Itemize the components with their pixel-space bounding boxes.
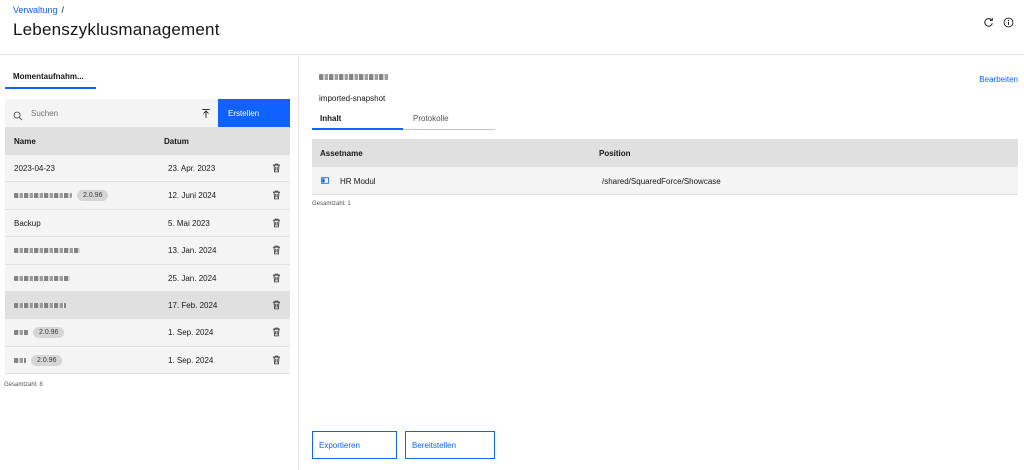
table-row[interactable]: 2.0.96 12. Juni 2024 (5, 182, 290, 210)
page-title: Lebenszyklusmanagement (13, 20, 220, 39)
table-row[interactable]: 25. Jan. 2024 (5, 264, 290, 292)
snapshot-panel: Momentaufnahm... Erstellen Name Datum 20… (0, 56, 299, 470)
redacted-name (14, 248, 80, 254)
redacted-snapshot-title (319, 74, 389, 80)
header-actions (983, 17, 1014, 28)
asset-table-header: Assetname Position (312, 139, 1018, 167)
column-header-position[interactable]: Position (599, 149, 631, 158)
snapshot-date: 1. Sep. 2024 (168, 355, 214, 365)
column-header-name[interactable]: Name (14, 137, 36, 146)
version-tag: 2.0.96 (77, 190, 109, 202)
table-row[interactable]: 13. Jan. 2024 (5, 237, 290, 265)
table-row[interactable]: 2.0.96 1. Sep. 2024 (5, 319, 290, 347)
delete-icon[interactable] (272, 273, 281, 283)
delete-icon[interactable] (272, 300, 281, 310)
snapshot-table-header: Name Datum (5, 127, 290, 155)
detail-tabs: Inhalt Protokolle (312, 111, 495, 130)
create-button[interactable]: Erstellen (218, 99, 290, 127)
breadcrumb: Verwaltung / (13, 5, 64, 15)
import-button[interactable] (193, 99, 218, 127)
table-row-selected[interactable]: 17. Feb. 2024 (5, 291, 290, 320)
tab-snapshots[interactable]: Momentaufnahm... (5, 72, 96, 89)
asset-position: /shared/SquaredForce/Showcase (602, 177, 721, 186)
asset-total-count: Gesamtzahl: 1 (312, 201, 351, 207)
delete-icon[interactable] (272, 245, 281, 255)
tab-logs[interactable]: Protokolle (413, 114, 449, 130)
snapshot-name-cell: 2.0.96 (14, 347, 63, 374)
delete-icon[interactable] (272, 355, 281, 365)
delete-icon[interactable] (272, 190, 281, 200)
redacted-name (14, 275, 70, 281)
info-icon[interactable] (1003, 17, 1014, 28)
snapshot-date: 17. Feb. 2024 (168, 300, 218, 310)
snapshot-name-cell: Backup (14, 210, 41, 237)
delete-icon[interactable] (272, 163, 281, 173)
snapshot-detail-panel: imported-snapshot Bearbeiten Inhalt Prot… (300, 56, 1024, 470)
asset-name: HR Modul (340, 177, 376, 186)
snapshot-date: 13. Jan. 2024 (168, 246, 217, 256)
refresh-icon[interactable] (983, 17, 994, 28)
table-row[interactable]: 2023-04-23 23. Apr. 2023 (5, 155, 290, 183)
edit-link[interactable]: Bearbeiten (979, 75, 1018, 84)
snapshot-date: 5. Mai 2023 (168, 218, 210, 228)
snapshot-name-cell: 2023-04-23 (14, 155, 55, 182)
search-input[interactable] (25, 99, 193, 127)
column-header-date[interactable]: Datum (164, 137, 189, 146)
delete-icon[interactable] (272, 218, 281, 228)
page-header: Verwaltung / Lebenszyklusmanagement (0, 0, 1024, 55)
snapshot-subtitle: imported-snapshot (319, 94, 386, 103)
snapshot-name-cell: 2.0.96 (14, 319, 65, 346)
snapshot-list: 2023-04-23 23. Apr. 2023 2.0.96 12. Juni… (5, 155, 290, 375)
redacted-name (14, 193, 72, 199)
snapshot-date: 23. Apr. 2023 (168, 164, 216, 173)
upload-icon (201, 108, 210, 118)
column-header-asset[interactable]: Assetname (320, 149, 363, 158)
module-icon (321, 177, 329, 184)
redacted-name (14, 357, 26, 363)
delete-icon[interactable] (272, 327, 281, 337)
redacted-name (14, 330, 28, 336)
export-button[interactable]: Exportieren (312, 431, 397, 459)
deploy-button[interactable]: Bereitstellen (405, 431, 495, 459)
snapshot-date: 12. Juni 2024 (168, 191, 217, 201)
snapshot-name-cell: 2.0.96 (14, 182, 109, 209)
version-tag: 2.0.96 (31, 354, 63, 366)
breadcrumb-separator: / (61, 5, 65, 15)
table-row[interactable]: Backup 5. Mai 2023 (5, 209, 290, 238)
tab-content[interactable]: Inhalt (312, 114, 403, 130)
search-icon (13, 108, 23, 126)
snapshot-total-count: Gesamtzahl: 8 (4, 382, 43, 388)
snapshot-name: 2023-04-23 (14, 164, 55, 173)
snapshot-toolbar: Erstellen (5, 99, 290, 127)
version-tag: 2.0.96 (33, 327, 65, 339)
snapshot-name: Backup (14, 218, 41, 228)
snapshot-name-cell (14, 292, 66, 319)
breadcrumb-link-verwaltung[interactable]: Verwaltung (13, 5, 58, 15)
table-row[interactable]: 2.0.96 1. Sep. 2024 (5, 346, 290, 375)
snapshot-name-cell (14, 265, 70, 292)
redacted-name (14, 302, 66, 308)
table-row[interactable]: HR Modul /shared/SquaredForce/Showcase (312, 167, 1018, 195)
snapshot-name-cell (14, 237, 80, 264)
snapshot-date: 1. Sep. 2024 (168, 328, 214, 338)
snapshot-date: 25. Jan. 2024 (168, 273, 217, 283)
